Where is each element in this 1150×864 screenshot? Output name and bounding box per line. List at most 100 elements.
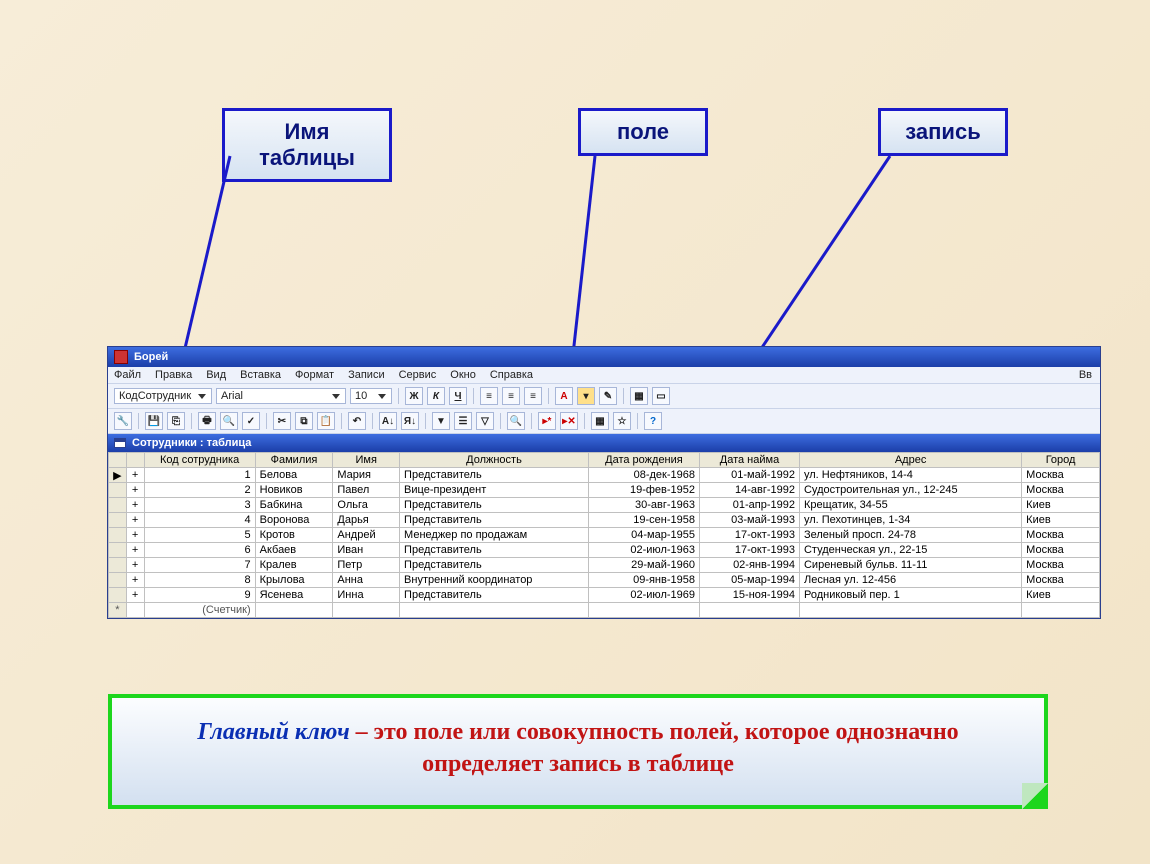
cell-position[interactable]: Представитель (400, 468, 589, 483)
cell-lastname[interactable]: Ясенева (255, 588, 333, 603)
cell-dob[interactable]: 04-мар-1955 (588, 528, 699, 543)
special-effect-button[interactable]: ▭ (652, 387, 670, 405)
cell-position[interactable]: Вице-президент (400, 483, 589, 498)
menu-view[interactable]: Вид (206, 369, 226, 381)
menu-file[interactable]: Файл (114, 369, 141, 381)
row-selector[interactable] (109, 528, 127, 543)
sort-desc-button[interactable]: Я↓ (401, 412, 419, 430)
cell-city[interactable]: Москва (1022, 558, 1100, 573)
col-lastname[interactable]: Фамилия (255, 453, 333, 468)
gridlines-button[interactable]: ▦ (630, 387, 648, 405)
cell-city[interactable]: Москва (1022, 543, 1100, 558)
underline-button[interactable]: Ч (449, 387, 467, 405)
cell-dob[interactable]: 02-июл-1969 (588, 588, 699, 603)
cell-id[interactable]: 8 (144, 573, 255, 588)
cell-hire[interactable]: 17-окт-1993 (700, 528, 800, 543)
cell-firstname[interactable]: Ольга (333, 498, 400, 513)
bold-button[interactable]: Ж (405, 387, 423, 405)
font-selector[interactable]: Arial (216, 388, 346, 404)
cell-id[interactable]: 4 (144, 513, 255, 528)
cell-firstname[interactable]: Дарья (333, 513, 400, 528)
help-button[interactable]: ? (644, 412, 662, 430)
cell-hire[interactable]: 03-май-1993 (700, 513, 800, 528)
table-row[interactable]: +8КрыловаАннаВнутренний координатор09-ян… (109, 573, 1100, 588)
cell-id[interactable]: 1 (144, 468, 255, 483)
cell-lastname[interactable]: Бабкина (255, 498, 333, 513)
cell-hire[interactable]: 01-май-1992 (700, 468, 800, 483)
cell-id[interactable]: 9 (144, 588, 255, 603)
expand-icon[interactable]: + (126, 483, 144, 498)
expand-icon[interactable]: + (126, 513, 144, 528)
cell-id[interactable]: 6 (144, 543, 255, 558)
cell-position[interactable]: Внутренний координатор (400, 573, 589, 588)
new-record-button[interactable]: ▸* (538, 412, 556, 430)
save-button[interactable]: 💾 (145, 412, 163, 430)
cell-address[interactable]: Зеленый просп. 24-78 (799, 528, 1021, 543)
print-button[interactable]: 🖶 (198, 412, 216, 430)
paste-button[interactable]: 📋 (317, 412, 335, 430)
db-window-button[interactable]: ▦ (591, 412, 609, 430)
menu-records[interactable]: Записи (348, 369, 385, 381)
menu-insert[interactable]: Вставка (240, 369, 281, 381)
expand-icon[interactable]: + (126, 543, 144, 558)
preview-button[interactable]: 🔍 (220, 412, 238, 430)
table-row[interactable]: +6АкбаевИванПредставитель02-июл-196317-о… (109, 543, 1100, 558)
menu-tools[interactable]: Сервис (399, 369, 437, 381)
cell-address[interactable]: ул. Пехотинцев, 1-34 (799, 513, 1021, 528)
cell-city[interactable]: Киев (1022, 513, 1100, 528)
row-selector[interactable] (109, 573, 127, 588)
table-row[interactable]: +3БабкинаОльгаПредставитель30-авг-196301… (109, 498, 1100, 513)
font-size-selector[interactable]: 10 (350, 388, 392, 404)
align-center-button[interactable]: ≡ (502, 387, 520, 405)
copy-button[interactable]: ⧉ (295, 412, 313, 430)
cell-city[interactable]: Москва (1022, 483, 1100, 498)
cell-hire[interactable]: 05-мар-1994 (700, 573, 800, 588)
col-hire[interactable]: Дата найма (700, 453, 800, 468)
new-record-row[interactable]: * (Счетчик) (109, 603, 1100, 618)
row-selector[interactable]: * (109, 603, 127, 618)
row-selector[interactable] (109, 513, 127, 528)
expand-icon[interactable]: + (126, 558, 144, 573)
cell-position[interactable]: Представитель (400, 558, 589, 573)
cell-dob[interactable]: 09-янв-1958 (588, 573, 699, 588)
cell-dob[interactable]: 19-фев-1952 (588, 483, 699, 498)
export-button[interactable]: ⎘ (167, 412, 185, 430)
cell-address[interactable]: Сиреневый бульв. 11-11 (799, 558, 1021, 573)
subwindow-titlebar[interactable]: Сотрудники : таблица (108, 434, 1100, 452)
sort-asc-button[interactable]: A↓ (379, 412, 397, 430)
cell-lastname[interactable]: Воронова (255, 513, 333, 528)
cell-position[interactable]: Менеджер по продажам (400, 528, 589, 543)
cut-button[interactable]: ✂ (273, 412, 291, 430)
expand-icon[interactable]: + (126, 588, 144, 603)
cell-firstname[interactable]: Анна (333, 573, 400, 588)
table-row[interactable]: +9ЯсеневаИннаПредставитель02-июл-196915-… (109, 588, 1100, 603)
cell-address[interactable]: Студенческая ул., 22-15 (799, 543, 1021, 558)
row-selector[interactable] (109, 498, 127, 513)
new-object-button[interactable]: ☆ (613, 412, 631, 430)
cell-address[interactable]: Родниковый пер. 1 (799, 588, 1021, 603)
cell-id-placeholder[interactable]: (Счетчик) (144, 603, 255, 618)
row-selector[interactable] (109, 588, 127, 603)
cell-lastname[interactable]: Кротов (255, 528, 333, 543)
cell-dob[interactable]: 29-май-1960 (588, 558, 699, 573)
align-left-button[interactable]: ≡ (480, 387, 498, 405)
cell-hire[interactable]: 17-окт-1993 (700, 543, 800, 558)
cell-position[interactable]: Представитель (400, 498, 589, 513)
cell-id[interactable]: 7 (144, 558, 255, 573)
col-city[interactable]: Город (1022, 453, 1100, 468)
cell-firstname[interactable]: Андрей (333, 528, 400, 543)
expand-icon[interactable] (126, 603, 144, 618)
cell-id[interactable]: 2 (144, 483, 255, 498)
row-selector[interactable]: ▶ (109, 468, 127, 483)
cell-address[interactable]: Крещатик, 34-55 (799, 498, 1021, 513)
menu-window[interactable]: Окно (450, 369, 476, 381)
table-row[interactable]: +2НовиковПавелВице-президент19-фев-19521… (109, 483, 1100, 498)
delete-record-button[interactable]: ▸✕ (560, 412, 578, 430)
view-button[interactable]: 🔧 (114, 412, 132, 430)
italic-button[interactable]: К (427, 387, 445, 405)
cell-firstname[interactable]: Петр (333, 558, 400, 573)
cell-address[interactable]: ул. Нефтяников, 14-4 (799, 468, 1021, 483)
cell-dob[interactable]: 08-дек-1968 (588, 468, 699, 483)
menu-help[interactable]: Справка (490, 369, 533, 381)
cell-position[interactable]: Представитель (400, 543, 589, 558)
